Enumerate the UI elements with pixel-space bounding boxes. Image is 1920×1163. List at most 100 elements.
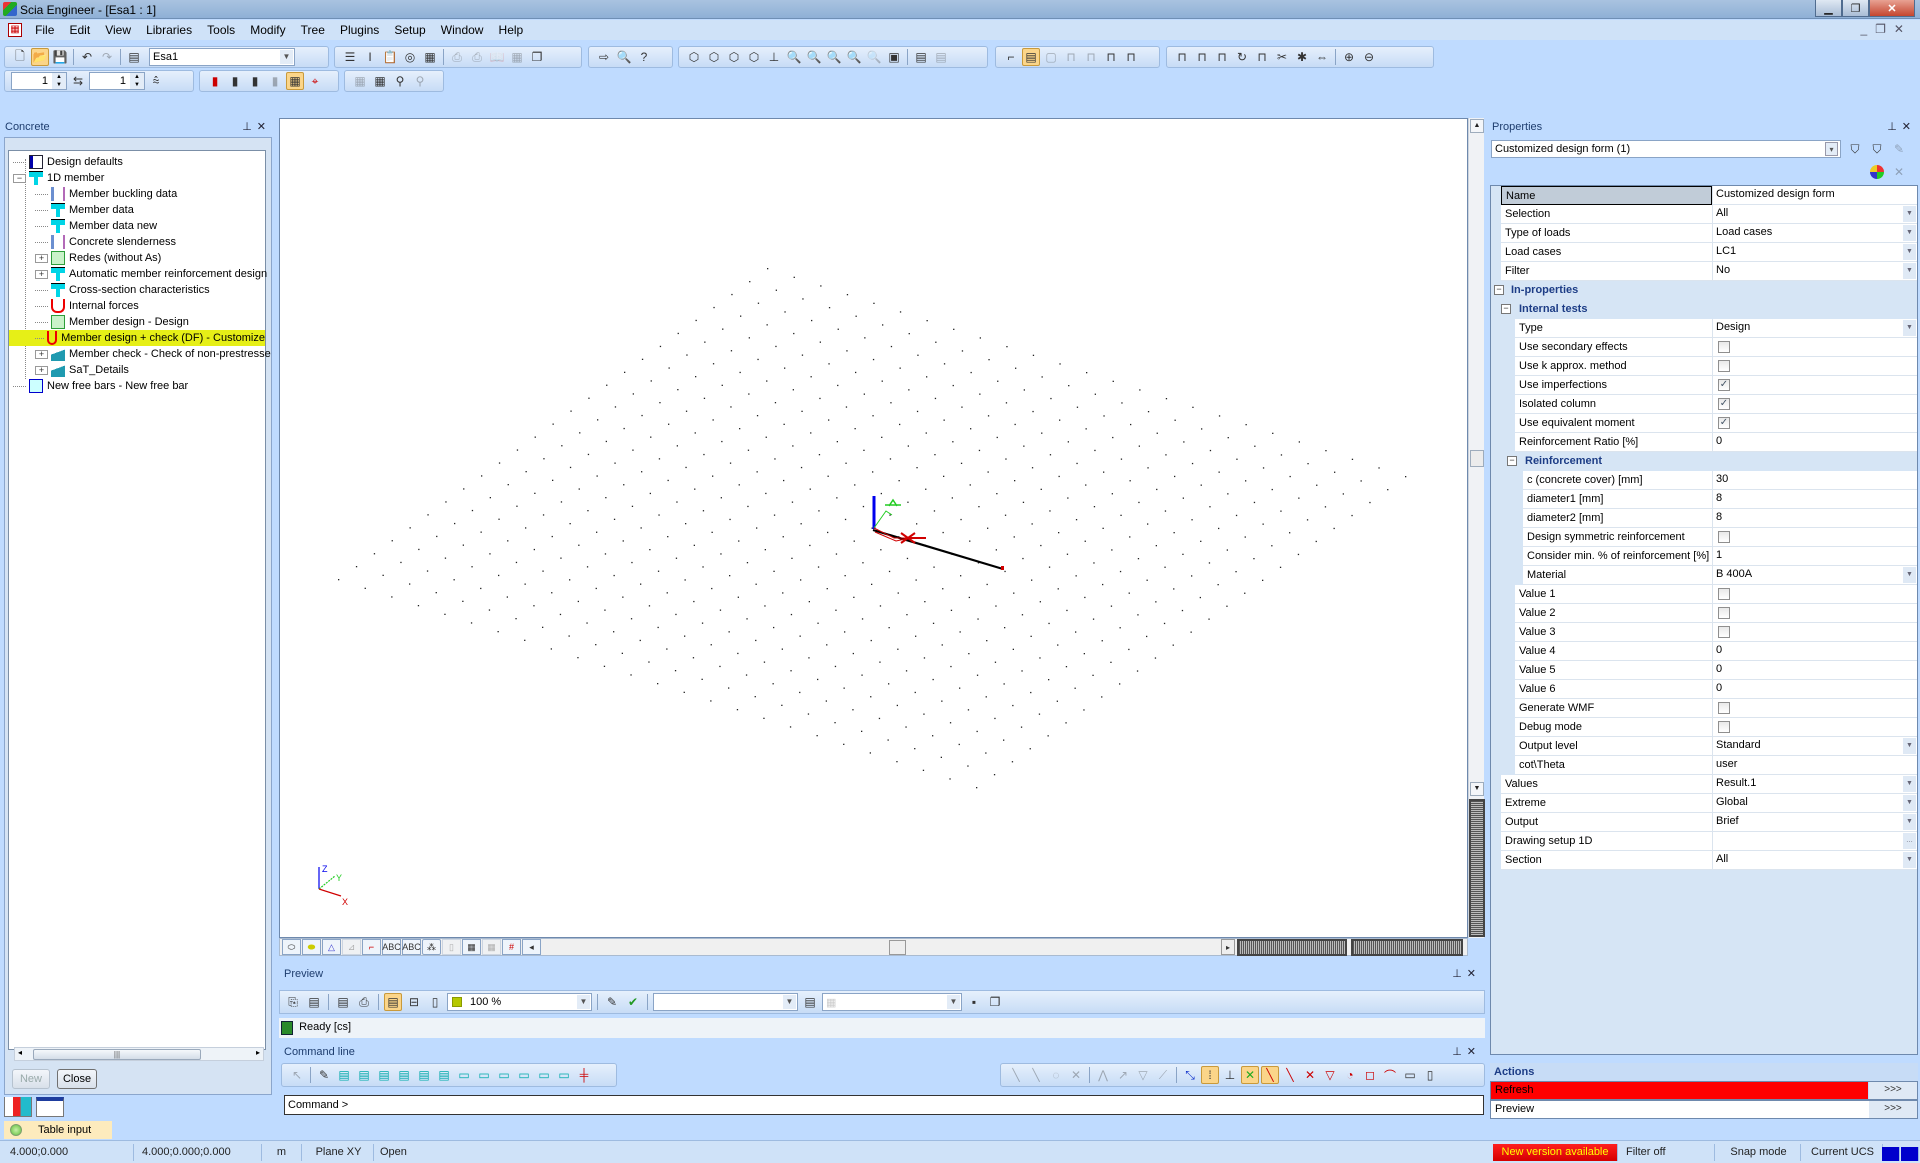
- view-y-icon[interactable]: ⬡: [705, 48, 723, 66]
- tree-item[interactable]: − 1D member: [13, 170, 104, 186]
- preview-run-button[interactable]: >>>: [1869, 1101, 1917, 1118]
- snap-midpoint-icon[interactable]: ╲: [1281, 1066, 1299, 1084]
- dropdown-arrow-icon[interactable]: ▼: [1903, 776, 1916, 792]
- single-page-icon[interactable]: ▯: [426, 993, 444, 1011]
- property-row[interactable]: Value 6 0: [1491, 680, 1919, 699]
- snap-tangent-icon[interactable]: ↗: [1114, 1066, 1132, 1084]
- structure-edit-icon[interactable]: ▮: [226, 72, 244, 90]
- property-dropdown[interactable]: LC1 ▼: [1712, 243, 1917, 262]
- tree-item[interactable]: Member buckling data: [35, 186, 177, 202]
- windows-icon[interactable]: ❐: [986, 993, 1004, 1011]
- local-axes-icon[interactable]: ⌐: [362, 939, 381, 955]
- checkbox-unchecked[interactable]: [1718, 341, 1730, 353]
- restore-button[interactable]: ❐: [1842, 0, 1869, 17]
- filter-b-icon[interactable]: ▦: [371, 72, 389, 90]
- structure-icon[interactable]: ▮: [206, 72, 224, 90]
- pencil-icon[interactable]: ✎: [315, 1066, 333, 1084]
- fit-icon[interactable]: ▦: [462, 939, 481, 955]
- edit-pencil-icon[interactable]: ✎: [1890, 140, 1908, 158]
- snap-center-icon[interactable]: ✕: [1301, 1066, 1319, 1084]
- snap-quadrant-icon[interactable]: ◔: [1341, 1066, 1359, 1084]
- mdi-window-controls[interactable]: _❐✕: [1861, 22, 1913, 36]
- filter-d-icon[interactable]: ⚲: [411, 72, 429, 90]
- layers-icon[interactable]: ☰: [341, 48, 359, 66]
- property-value[interactable]: …: [1712, 832, 1917, 851]
- checkbox-unchecked[interactable]: [1718, 588, 1730, 600]
- zoom-select-icon[interactable]: 🔍: [615, 48, 633, 66]
- bar-input-8-icon[interactable]: ▭: [475, 1066, 493, 1084]
- menu-view[interactable]: View: [99, 20, 137, 40]
- rotate-icon[interactable]: ↻: [1233, 48, 1251, 66]
- command-pin-close[interactable]: ⊥✕: [1452, 1045, 1481, 1058]
- expand-icon[interactable]: +: [35, 269, 48, 279]
- property-row[interactable]: Value 2: [1491, 604, 1919, 623]
- tab-tree-icon[interactable]: [4, 1097, 32, 1117]
- bar-input-5-icon[interactable]: ▤: [415, 1066, 433, 1084]
- frame-b-icon[interactable]: ⊓: [1082, 48, 1100, 66]
- snap-settings-icon[interactable]: ⤡: [1181, 1066, 1199, 1084]
- property-value[interactable]: 0: [1712, 680, 1917, 699]
- frame-c-icon[interactable]: ⊓: [1102, 48, 1120, 66]
- property-checkbox[interactable]: ✓: [1712, 414, 1917, 433]
- property-row[interactable]: Output level Standard ▼: [1491, 737, 1919, 756]
- bar-input-11-icon[interactable]: ▭: [535, 1066, 553, 1084]
- checkbox-unchecked[interactable]: [1718, 626, 1730, 638]
- wireframe-icon[interactable]: ⬭: [282, 939, 301, 955]
- property-dropdown[interactable]: No ▼: [1712, 262, 1917, 281]
- panel-pin-close[interactable]: ⊥✕: [242, 120, 271, 133]
- text-dim-icon[interactable]: ▯: [442, 939, 461, 955]
- tree-item[interactable]: Member data: [35, 202, 134, 218]
- property-row[interactable]: Debug mode: [1491, 718, 1919, 737]
- frame-a-icon[interactable]: ⊓: [1062, 48, 1080, 66]
- scroll-down-button[interactable]: ▼: [1470, 782, 1484, 796]
- menu-modify[interactable]: Modify: [244, 20, 291, 40]
- chapter-combo[interactable]: ▼: [653, 993, 798, 1011]
- vertical-splitter[interactable]: [1469, 799, 1485, 937]
- checkbox-checked[interactable]: ✓: [1718, 417, 1730, 429]
- tree-item[interactable]: Concrete slenderness: [35, 234, 176, 250]
- filter-select-icon[interactable]: ⛉: [1846, 140, 1864, 158]
- bar-input-13-icon[interactable]: ╪: [575, 1066, 593, 1084]
- property-checkbox[interactable]: [1712, 357, 1917, 376]
- property-group[interactable]: − In-properties: [1491, 281, 1919, 300]
- property-row[interactable]: Value 3: [1491, 623, 1919, 642]
- property-checkbox[interactable]: ✓: [1712, 395, 1917, 414]
- document-menu-icon[interactable]: ▦: [8, 23, 22, 37]
- property-dropdown[interactable]: Standard ▼: [1712, 737, 1917, 756]
- status-ucs[interactable]: Current UCS: [1803, 1144, 1883, 1161]
- tree-horizontal-scrollbar[interactable]: ◂ ||| ▸: [14, 1047, 264, 1061]
- property-row[interactable]: Filter No ▼: [1491, 262, 1919, 281]
- property-dropdown[interactable]: B 400A ▼: [1712, 566, 1917, 585]
- snap-arc-end-icon[interactable]: ⌒: [1381, 1066, 1399, 1084]
- save-icon[interactable]: 💾: [51, 48, 69, 66]
- tree-item[interactable]: Internal forces: [35, 298, 139, 314]
- tree-item[interactable]: New free bars - New free bar: [13, 378, 188, 394]
- snap-arc-icon[interactable]: ◌: [1047, 1066, 1065, 1084]
- menu-tools[interactable]: Tools: [201, 20, 241, 40]
- bar-input-9-icon[interactable]: ▭: [495, 1066, 513, 1084]
- property-checkbox[interactable]: [1712, 718, 1917, 737]
- property-group[interactable]: − Internal tests: [1491, 300, 1919, 319]
- pattern-icon[interactable]: ◎: [401, 48, 419, 66]
- menu-libraries[interactable]: Libraries: [140, 20, 198, 40]
- snap-line-icon[interactable]: ╲: [1007, 1066, 1025, 1084]
- dropdown-arrow-icon[interactable]: ▼: [1903, 567, 1916, 583]
- loads-icon[interactable]: ⊿: [342, 939, 361, 955]
- help-cursor-icon[interactable]: ?: [635, 48, 653, 66]
- property-row[interactable]: Value 4 0: [1491, 642, 1919, 661]
- page-view-icon[interactable]: ▤: [384, 993, 402, 1011]
- dropdown-arrow-icon[interactable]: ▼: [1903, 320, 1916, 336]
- clipping-box-icon[interactable]: ▣: [885, 48, 903, 66]
- tree-item[interactable]: Cross-section characteristics: [35, 282, 210, 298]
- dropdown-arrow-icon[interactable]: ▼: [1903, 852, 1916, 868]
- snap-perpendicular-icon[interactable]: ▽: [1321, 1066, 1339, 1084]
- calc-table-icon[interactable]: ▦: [421, 48, 439, 66]
- properties-pin-close[interactable]: ⊥✕: [1887, 120, 1916, 133]
- status-filter[interactable]: Filter off: [1620, 1144, 1715, 1161]
- picture-gallery-icon[interactable]: ▤: [912, 48, 930, 66]
- fit-dim-icon[interactable]: ▦: [482, 939, 501, 955]
- property-row[interactable]: Output Brief ▼: [1491, 813, 1919, 832]
- property-row[interactable]: Use equivalent moment ✓: [1491, 414, 1919, 433]
- property-dropdown[interactable]: Result.1 ▼: [1712, 775, 1917, 794]
- grid-dots-icon[interactable]: ⁂: [422, 939, 441, 955]
